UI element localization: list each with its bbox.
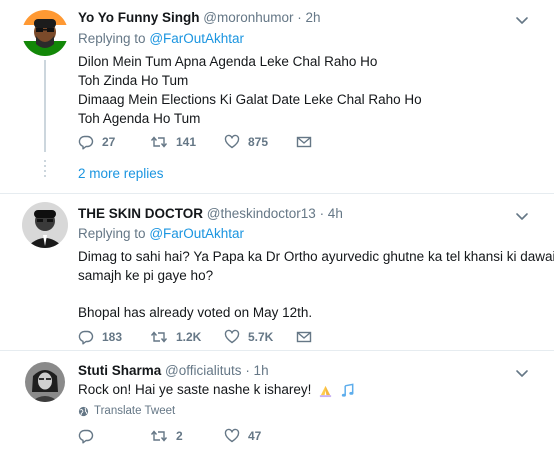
thread-dots	[44, 160, 46, 180]
retweet-button[interactable]: 141	[150, 134, 196, 150]
chevron-down-icon[interactable]	[514, 12, 530, 28]
reply-icon	[78, 429, 94, 444]
avatar[interactable]	[22, 202, 68, 248]
retweet-count: 1.2K	[176, 330, 202, 344]
thread-connector	[44, 60, 46, 152]
reply-button[interactable]	[78, 428, 102, 444]
tweet-header: Yo Yo Funny Singh @moronhumor · 2h	[78, 10, 321, 25]
heart-icon	[224, 329, 240, 344]
replying-label: Replying to	[78, 31, 146, 46]
tweet-line: Rock on! Hai ye saste nashe k isharey!	[78, 382, 312, 397]
like-count: 5.7K	[248, 330, 274, 344]
username[interactable]: @moronhumor	[203, 10, 293, 25]
retweet-icon	[150, 430, 168, 442]
direct-message-button[interactable]	[296, 329, 312, 345]
avatar-image	[22, 10, 68, 56]
avatar-image	[25, 362, 65, 402]
replying-handle-link[interactable]: @FarOutAkhtar	[149, 31, 244, 46]
direct-message-button[interactable]	[296, 134, 312, 150]
heart-icon	[224, 134, 240, 149]
tweet-1[interactable]: Yo Yo Funny Singh @moronhumor · 2h Reply…	[0, 0, 554, 192]
replying-to: Replying to @FarOutAkhtar	[78, 226, 244, 241]
tweet-text: Dimag to sahi hai? Ya Papa ka Dr Ortho a…	[78, 247, 554, 322]
retweet-count: 2	[176, 429, 183, 443]
retweet-button[interactable]: 1.2K	[150, 329, 201, 345]
translate-label: Translate Tweet	[94, 405, 176, 417]
avatar[interactable]	[25, 362, 65, 402]
retweet-icon	[150, 331, 168, 343]
like-count: 875	[248, 135, 269, 149]
tweet-line: Toh Zinda Ho Tum	[78, 73, 189, 88]
envelope-icon	[296, 331, 312, 343]
tweet-header: Stuti Sharma @officialituts · 1h	[78, 363, 269, 378]
reply-button[interactable]: 27	[78, 134, 115, 150]
tweet-line: samajh ke pi gaye ho?	[78, 268, 214, 283]
chevron-down-icon[interactable]	[514, 365, 530, 381]
globe-icon	[78, 406, 89, 416]
tweet-actions: 27 141 875	[78, 134, 378, 154]
reply-count: 27	[102, 135, 116, 149]
more-replies-link[interactable]: 2 more replies	[78, 166, 164, 181]
timestamp[interactable]: · 1h	[245, 363, 268, 378]
reply-count: 183	[102, 330, 123, 344]
display-name[interactable]: Yo Yo Funny Singh	[78, 10, 200, 25]
like-button[interactable]: 47	[224, 428, 261, 444]
retweet-icon	[150, 136, 168, 148]
like-button[interactable]: 5.7K	[224, 329, 273, 345]
display-name[interactable]: Stuti Sharma	[78, 363, 161, 378]
username[interactable]: @theskindoctor13	[207, 206, 316, 221]
tweet-header: THE SKIN DOCTOR @theskindoctor13 · 4h	[78, 206, 343, 221]
tweet-text: Dilon Mein Tum Apna Agenda Leke Chal Rah…	[78, 52, 422, 128]
translate-tweet-link[interactable]: Translate Tweet	[78, 405, 175, 417]
tweet-text: Rock on! Hai ye saste nashe k isharey!	[78, 380, 356, 399]
musical-notes-icon	[341, 383, 354, 397]
timestamp[interactable]: · 4h	[320, 206, 343, 221]
like-button[interactable]: 875	[224, 134, 268, 150]
avatar-image	[22, 202, 68, 248]
tweet-line: Dimaag Mein Elections Ki Galat Date Leke…	[78, 92, 422, 107]
avatar[interactable]	[22, 10, 68, 56]
display-name[interactable]: THE SKIN DOCTOR	[78, 206, 203, 221]
retweet-count: 141	[176, 135, 197, 149]
chevron-down-icon[interactable]	[514, 208, 530, 224]
tweet-actions: 2 47	[78, 428, 378, 448]
replying-label: Replying to	[78, 226, 146, 241]
reply-button[interactable]: 183	[78, 329, 122, 345]
tweet-2[interactable]: THE SKIN DOCTOR @theskindoctor13 · 4h Re…	[0, 194, 554, 345]
tweet-actions: 183 1.2K 5.7K	[78, 329, 378, 349]
tweet-3[interactable]: Stuti Sharma @officialituts · 1h Rock on…	[0, 351, 554, 450]
like-count: 47	[248, 429, 262, 443]
reply-icon	[78, 330, 94, 345]
tweet-line: Toh Agenda Ho Tum	[78, 111, 201, 126]
reply-icon	[78, 135, 94, 150]
username[interactable]: @officialituts	[165, 363, 242, 378]
retweet-button[interactable]: 2	[150, 428, 183, 444]
replying-handle-link[interactable]: @FarOutAkhtar	[149, 226, 244, 241]
folded-hands-icon	[320, 385, 332, 397]
tweet-line: Dimag to sahi hai? Ya Papa ka Dr Ortho a…	[78, 249, 554, 264]
timestamp[interactable]: · 2h	[297, 10, 320, 25]
tweet-line: Dilon Mein Tum Apna Agenda Leke Chal Rah…	[78, 54, 378, 69]
heart-icon	[224, 428, 240, 443]
envelope-icon	[296, 136, 312, 148]
tweet-line: Bhopal has already voted on May 12th.	[78, 305, 313, 320]
replying-to: Replying to @FarOutAkhtar	[78, 31, 244, 46]
